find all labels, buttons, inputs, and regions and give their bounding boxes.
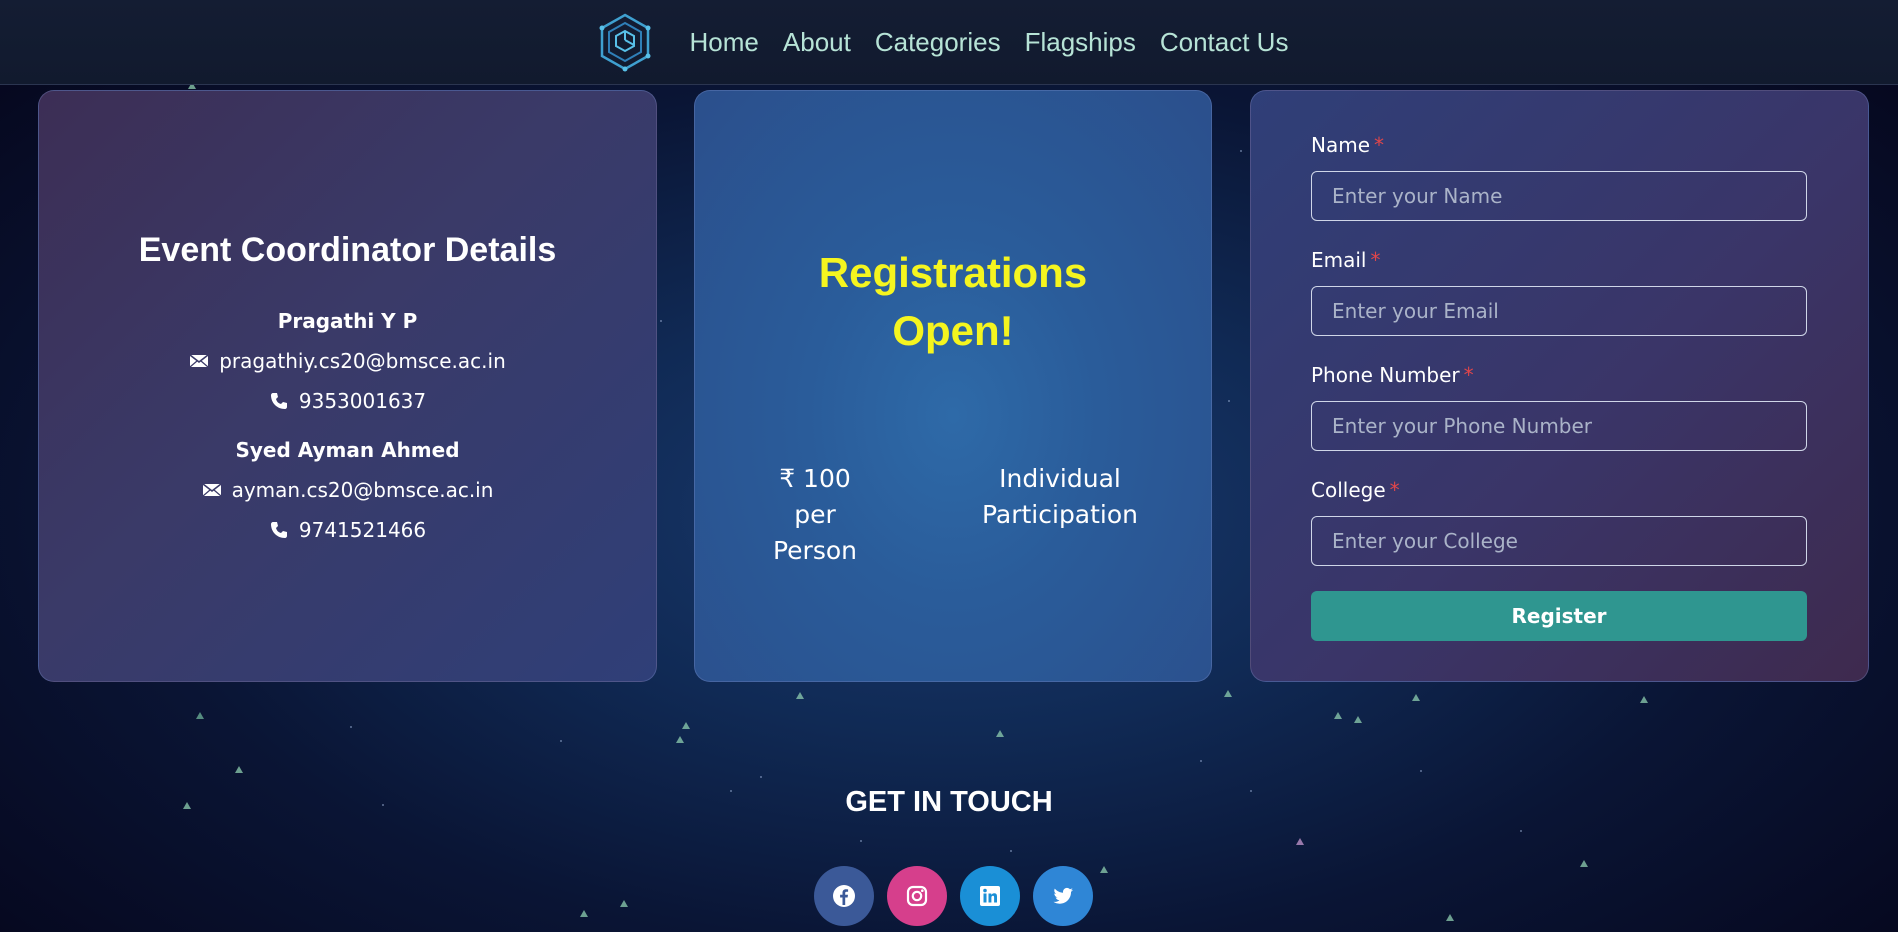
email-input[interactable] bbox=[1311, 286, 1807, 336]
get-in-touch-heading: GET IN TOUCH bbox=[845, 786, 1053, 818]
coordinator-title: Event Coordinator Details bbox=[138, 231, 557, 269]
linkedin-icon[interactable] bbox=[960, 866, 1020, 926]
required-mark: * bbox=[1389, 478, 1400, 502]
college-label: College * bbox=[1311, 478, 1400, 502]
coordinator-card: Event Coordinator Details Pragathi Y P p… bbox=[38, 90, 657, 682]
nav-about[interactable]: About bbox=[783, 27, 851, 58]
coordinator-email[interactable]: ayman.cs20@bmsce.ac.in bbox=[232, 478, 494, 502]
coordinator-email-row: ayman.cs20@bmsce.ac.in bbox=[39, 478, 656, 502]
participation-info: Individual Participation bbox=[975, 461, 1145, 533]
email-label: Email * bbox=[1311, 248, 1381, 272]
coordinator-email-row: pragathiy.cs20@bmsce.ac.in bbox=[39, 349, 656, 373]
participation-type: Individual bbox=[999, 464, 1121, 493]
registration-title-line1: Registrations bbox=[818, 249, 1088, 296]
nav-categories[interactable]: Categories bbox=[875, 27, 1001, 58]
social-links bbox=[814, 866, 1093, 926]
coordinator-email[interactable]: pragathiy.cs20@bmsce.ac.in bbox=[219, 349, 506, 373]
cube-circuit-logo-icon[interactable] bbox=[598, 12, 652, 72]
nav-contact-us[interactable]: Contact Us bbox=[1160, 27, 1289, 58]
coordinator-name: Syed Ayman Ahmed bbox=[235, 438, 460, 462]
phone-input[interactable] bbox=[1311, 401, 1807, 451]
registration-form-card: Name* Email* Phone Number* College* Regi… bbox=[1250, 90, 1869, 682]
coordinator-phone-row: 9741521466 bbox=[39, 518, 656, 542]
registration-info-card: Registrations Open! ₹ 100 per Person Ind… bbox=[694, 90, 1212, 682]
facebook-icon[interactable] bbox=[814, 866, 874, 926]
twitter-icon[interactable] bbox=[1033, 866, 1093, 926]
email-label-text: Email bbox=[1311, 248, 1367, 272]
required-mark: * bbox=[1463, 363, 1474, 387]
coordinator-phone-row: 9353001637 bbox=[39, 389, 656, 413]
mail-icon bbox=[202, 483, 222, 497]
required-mark: * bbox=[1370, 248, 1381, 272]
nav-home[interactable]: Home bbox=[690, 27, 759, 58]
fee-unit: per Person bbox=[772, 500, 857, 565]
phone-icon bbox=[270, 522, 287, 538]
register-button[interactable]: Register bbox=[1311, 591, 1807, 641]
registration-title: Registrations Open! bbox=[695, 244, 1211, 360]
phone-label: Phone Number * bbox=[1311, 363, 1474, 387]
college-input[interactable] bbox=[1311, 516, 1807, 566]
fee-amount: ₹ 100 bbox=[779, 464, 851, 493]
nav-flagships[interactable]: Flagships bbox=[1025, 27, 1136, 58]
coordinator-phone[interactable]: 9353001637 bbox=[299, 389, 426, 413]
name-input[interactable] bbox=[1311, 171, 1807, 221]
college-label-text: College bbox=[1311, 478, 1386, 502]
phone-icon bbox=[270, 393, 287, 409]
phone-label-text: Phone Number bbox=[1311, 363, 1460, 387]
mail-icon bbox=[189, 354, 209, 368]
coordinator-name: Pragathi Y P bbox=[277, 309, 418, 333]
name-label-text: Name bbox=[1311, 133, 1371, 157]
participation-label: Participation bbox=[981, 500, 1139, 529]
instagram-icon[interactable] bbox=[887, 866, 947, 926]
name-label: Name * bbox=[1311, 133, 1384, 157]
required-mark: * bbox=[1374, 133, 1385, 157]
coordinator-phone[interactable]: 9741521466 bbox=[299, 518, 426, 542]
fee-info: ₹ 100 per Person bbox=[755, 461, 875, 569]
navbar: Home About Categories Flagships Contact … bbox=[0, 0, 1898, 85]
registration-title-line2: Open! bbox=[892, 307, 1014, 354]
